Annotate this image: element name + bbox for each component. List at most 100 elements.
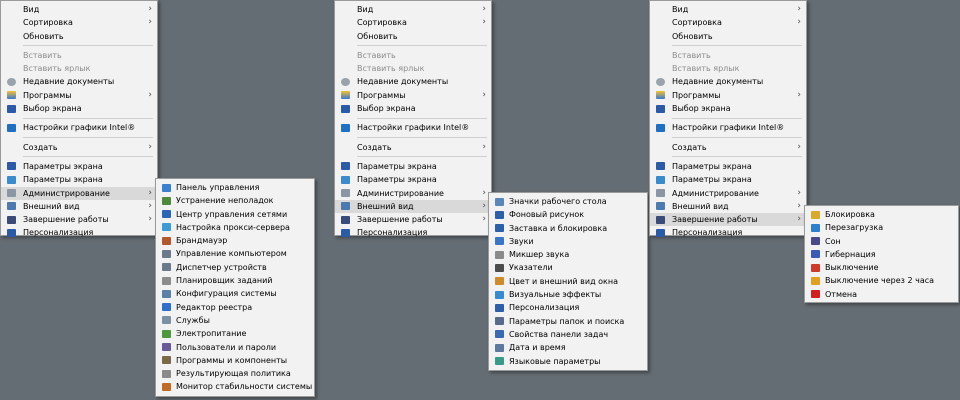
menu-item-programs[interactable]: Программы › (650, 89, 806, 102)
menu-item-screen-select[interactable]: Выбор экрана (1, 102, 157, 115)
submenu-item[interactable]: Результирующая политика (156, 367, 314, 380)
submenu-item[interactable]: Указатели (489, 261, 647, 274)
submenu-item[interactable]: Дата и время (489, 341, 647, 354)
submenu-item[interactable]: Электропитание (156, 327, 314, 340)
menu-item-screen-params-2[interactable]: Параметры экрана (650, 173, 806, 186)
submenu-item[interactable]: Значки рабочего стола (489, 195, 647, 208)
submenu-item[interactable]: Монитор стабильности системы (156, 380, 314, 393)
submenu-item[interactable]: Конфигурация системы (156, 287, 314, 300)
programs-features-icon (162, 356, 171, 365)
submenu-item[interactable]: Свойства панели задач (489, 328, 647, 341)
menu-item-recent-docs[interactable]: Недавние документы (335, 75, 491, 88)
display-settings-icon (656, 162, 665, 171)
menu-item-refresh[interactable]: Обновить (1, 30, 157, 43)
submenu-item[interactable]: Гибернация (805, 248, 958, 261)
submenu-item[interactable]: Сон (805, 235, 958, 248)
submenu-item[interactable]: Центр управления сетями (156, 208, 314, 221)
menu-item-refresh[interactable]: Обновить (335, 30, 491, 43)
display-icon (656, 175, 665, 184)
menu-item-screen-params-2[interactable]: Параметры экрана (335, 173, 491, 186)
menu-item-paste-shortcut[interactable]: Вставить ярлык (335, 62, 491, 75)
submenu-item[interactable]: Звуки (489, 235, 647, 248)
menu-item-sort[interactable]: Сортировка › (650, 16, 806, 29)
submenu-item[interactable]: Цвет и внешний вид окна (489, 275, 647, 288)
menu-item-screen-params-2[interactable]: Параметры экрана (1, 173, 157, 186)
menu-item-screen-params[interactable]: Параметры экрана (335, 160, 491, 173)
submenu-item-label: Фоновый рисунок (509, 210, 585, 220)
menu-item-shutdown[interactable]: Завершение работы › (650, 213, 806, 227)
menu-item-view[interactable]: Вид › (1, 3, 157, 16)
menu-item-paste[interactable]: Вставить (1, 49, 157, 62)
menu-item-create[interactable]: Создать › (1, 141, 157, 154)
submenu-item[interactable]: Визуальные эффекты (489, 288, 647, 301)
menu-item-recent-docs[interactable]: Недавние документы (1, 75, 157, 88)
submenu-item[interactable]: Службы (156, 314, 314, 327)
menu-item-appearance[interactable]: Внешний вид › (1, 200, 157, 213)
menu-item-paste[interactable]: Вставить (650, 49, 806, 62)
menu-item-screen-select[interactable]: Выбор экрана (335, 102, 491, 115)
submenu-item[interactable]: Пользователи и пароли (156, 341, 314, 354)
menu-item-paste[interactable]: Вставить (335, 49, 491, 62)
menu-item-personalization[interactable]: Персонализация (650, 226, 806, 239)
menu-item-screen-params[interactable]: Параметры экрана (650, 160, 806, 173)
submenu-item[interactable]: Выключение (805, 261, 958, 274)
personalization-icon (495, 303, 504, 312)
menu-item-programs[interactable]: Программы › (335, 89, 491, 102)
submenu-item[interactable]: Программы и компоненты (156, 354, 314, 367)
menu-separator (357, 137, 487, 139)
menu-item-appearance[interactable]: Внешний вид › (650, 200, 806, 213)
submenu-item[interactable]: Управление компьютером (156, 247, 314, 260)
submenu-item[interactable]: Фоновый рисунок (489, 208, 647, 221)
submenu-item[interactable]: Персонализация (489, 301, 647, 314)
menu-item-screen-select[interactable]: Выбор экрана (650, 102, 806, 115)
menu-item-view[interactable]: Вид › (335, 3, 491, 16)
submenu-item[interactable]: Заставка и блокировка (489, 222, 647, 235)
menu-item-paste-shortcut[interactable]: Вставить ярлык (650, 62, 806, 75)
submenu-item[interactable]: Планировщик заданий (156, 274, 314, 287)
menu-item-personalization[interactable]: Персонализация (1, 226, 157, 239)
shutdown-icon (7, 215, 16, 224)
submenu-item[interactable]: Устранение неполадок (156, 194, 314, 207)
chevron-right-icon: › (797, 89, 801, 100)
menu-item-shutdown[interactable]: Завершение работы › (1, 213, 157, 226)
menu-item-intel-graphics[interactable]: Настройки графики Intel® (335, 121, 491, 134)
submenu-item[interactable]: Панель управления (156, 181, 314, 194)
submenu-item[interactable]: Выключение через 2 часа (805, 274, 958, 287)
recent-docs-icon (7, 77, 16, 86)
lock-icon (811, 210, 820, 219)
submenu-item[interactable]: Параметры папок и поиска (489, 315, 647, 328)
menu-item-intel-graphics[interactable]: Настройки графики Intel® (1, 121, 157, 134)
menu-item-shutdown[interactable]: Завершение работы › (335, 213, 491, 226)
submenu-item[interactable]: Диспетчер устройств (156, 261, 314, 274)
personalization-icon (656, 228, 665, 237)
submenu-item[interactable]: Редактор реестра (156, 301, 314, 314)
submenu-item[interactable]: Перезагрузка (805, 221, 958, 234)
submenu-item[interactable]: Микшер звука (489, 248, 647, 261)
menu-item-paste-shortcut[interactable]: Вставить ярлык (1, 62, 157, 75)
menu-item-programs[interactable]: Программы › (1, 89, 157, 102)
menu-item-admin[interactable]: Администрирование › (1, 186, 157, 200)
menu-item-create[interactable]: Создать › (335, 141, 491, 154)
menu-item-sort[interactable]: Сортировка › (1, 16, 157, 29)
chevron-right-icon: › (148, 214, 152, 225)
submenu-item[interactable]: Блокировка (805, 208, 958, 221)
menu-item-recent-docs[interactable]: Недавние документы (650, 75, 806, 88)
menu-item-create[interactable]: Создать › (650, 141, 806, 154)
submenu-shutdown: Блокировка Перезагрузка Сон Гибернация Выклю… (804, 205, 959, 303)
menu-item-personalization[interactable]: Персонализация (335, 226, 491, 239)
submenu-item[interactable]: Настройка прокси-сервера (156, 221, 314, 234)
submenu-item[interactable]: Отмена (805, 288, 958, 301)
menu-item-view[interactable]: Вид › (650, 3, 806, 16)
menu-item-refresh[interactable]: Обновить (650, 30, 806, 43)
menu-item-screen-params[interactable]: Параметры экрана (1, 160, 157, 173)
submenu-item-label: Заставка и блокировка (509, 223, 608, 233)
submenu-item[interactable]: Брандмауэр (156, 234, 314, 247)
menu-item-admin[interactable]: Администрирование › (335, 187, 491, 200)
menu-item-intel-graphics[interactable]: Настройки графики Intel® (650, 121, 806, 134)
menu-item-admin[interactable]: Администрирование › (650, 187, 806, 200)
submenu-item-label: Центр управления сетями (176, 209, 288, 219)
submenu-item[interactable]: Языковые параметры (489, 355, 647, 368)
menu-item-appearance[interactable]: Внешний вид › (335, 199, 491, 214)
menu-item-sort[interactable]: Сортировка › (335, 16, 491, 29)
display-icon (7, 175, 16, 184)
